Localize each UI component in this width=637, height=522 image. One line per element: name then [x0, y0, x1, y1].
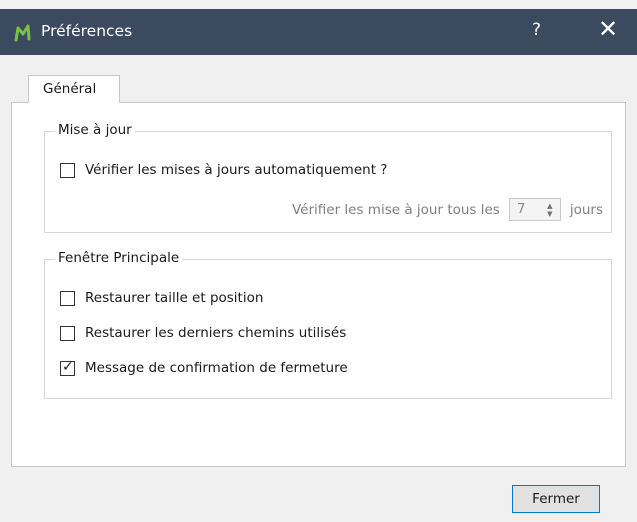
- help-button[interactable]: ?: [532, 20, 541, 40]
- close-confirm-checkbox[interactable]: ✓: [60, 358, 75, 376]
- close-button[interactable]: Fermer: [512, 485, 600, 513]
- interval-suffix-label: jours: [569, 201, 603, 218]
- close-confirm-label: Message de confirmation de fermeture: [85, 360, 348, 376]
- group-main-window: Fenêtre Principale Restaurer taille et p…: [44, 250, 612, 399]
- group-main-window-title: Fenêtre Principale: [55, 250, 183, 266]
- close-window-button[interactable]: ✕: [598, 15, 618, 43]
- group-update-title: Mise à jour: [55, 122, 135, 138]
- auto-check-checkbox[interactable]: [60, 162, 75, 178]
- restore-paths-label: Restaurer les derniers chemins utilisés: [85, 325, 347, 341]
- top-strip: [0, 0, 637, 9]
- spin-up-icon[interactable]: ▲: [547, 202, 552, 210]
- tab-general-label: Général: [43, 81, 97, 97]
- spin-arrows-icon[interactable]: ▲ ▼: [542, 200, 558, 219]
- window-title: Préférences: [41, 22, 133, 40]
- option-restore-paths[interactable]: Restaurer les derniers chemins utilisés: [60, 325, 346, 341]
- option-restore-size[interactable]: Restaurer taille et position: [60, 290, 263, 306]
- interval-value: 7: [516, 201, 526, 217]
- auto-check-label: Vérifier les mises à jours automatiqueme…: [85, 162, 388, 178]
- checkmark-icon: ✓: [62, 358, 74, 375]
- interval-spinbox[interactable]: 7 ▲ ▼: [508, 198, 561, 221]
- restore-paths-checkbox[interactable]: [60, 325, 75, 341]
- group-update: Mise à jour Vérifier les mises à jours a…: [44, 122, 612, 233]
- dialog-body: Général Mise à jour Vérifier les mises à…: [0, 55, 637, 522]
- spin-down-icon[interactable]: ▼: [547, 210, 552, 218]
- title-bar: Préférences ? ✕: [0, 9, 637, 55]
- auto-check-option[interactable]: Vérifier les mises à jours automatiqueme…: [60, 162, 387, 178]
- option-close-confirm[interactable]: ✓ Message de confirmation de fermeture: [60, 358, 348, 376]
- close-button-label: Fermer: [532, 491, 580, 507]
- update-interval-row: Vérifier les mise à jour tous les 7 ▲ ▼ …: [292, 198, 603, 221]
- restore-size-label: Restaurer taille et position: [85, 290, 264, 306]
- interval-prefix-label: Vérifier les mise à jour tous les: [291, 201, 500, 218]
- tab-pane-general: Mise à jour Vérifier les mises à jours a…: [11, 102, 626, 467]
- restore-size-checkbox[interactable]: [60, 290, 75, 306]
- tab-general[interactable]: Général: [28, 75, 120, 103]
- app-logo-icon: [14, 24, 31, 42]
